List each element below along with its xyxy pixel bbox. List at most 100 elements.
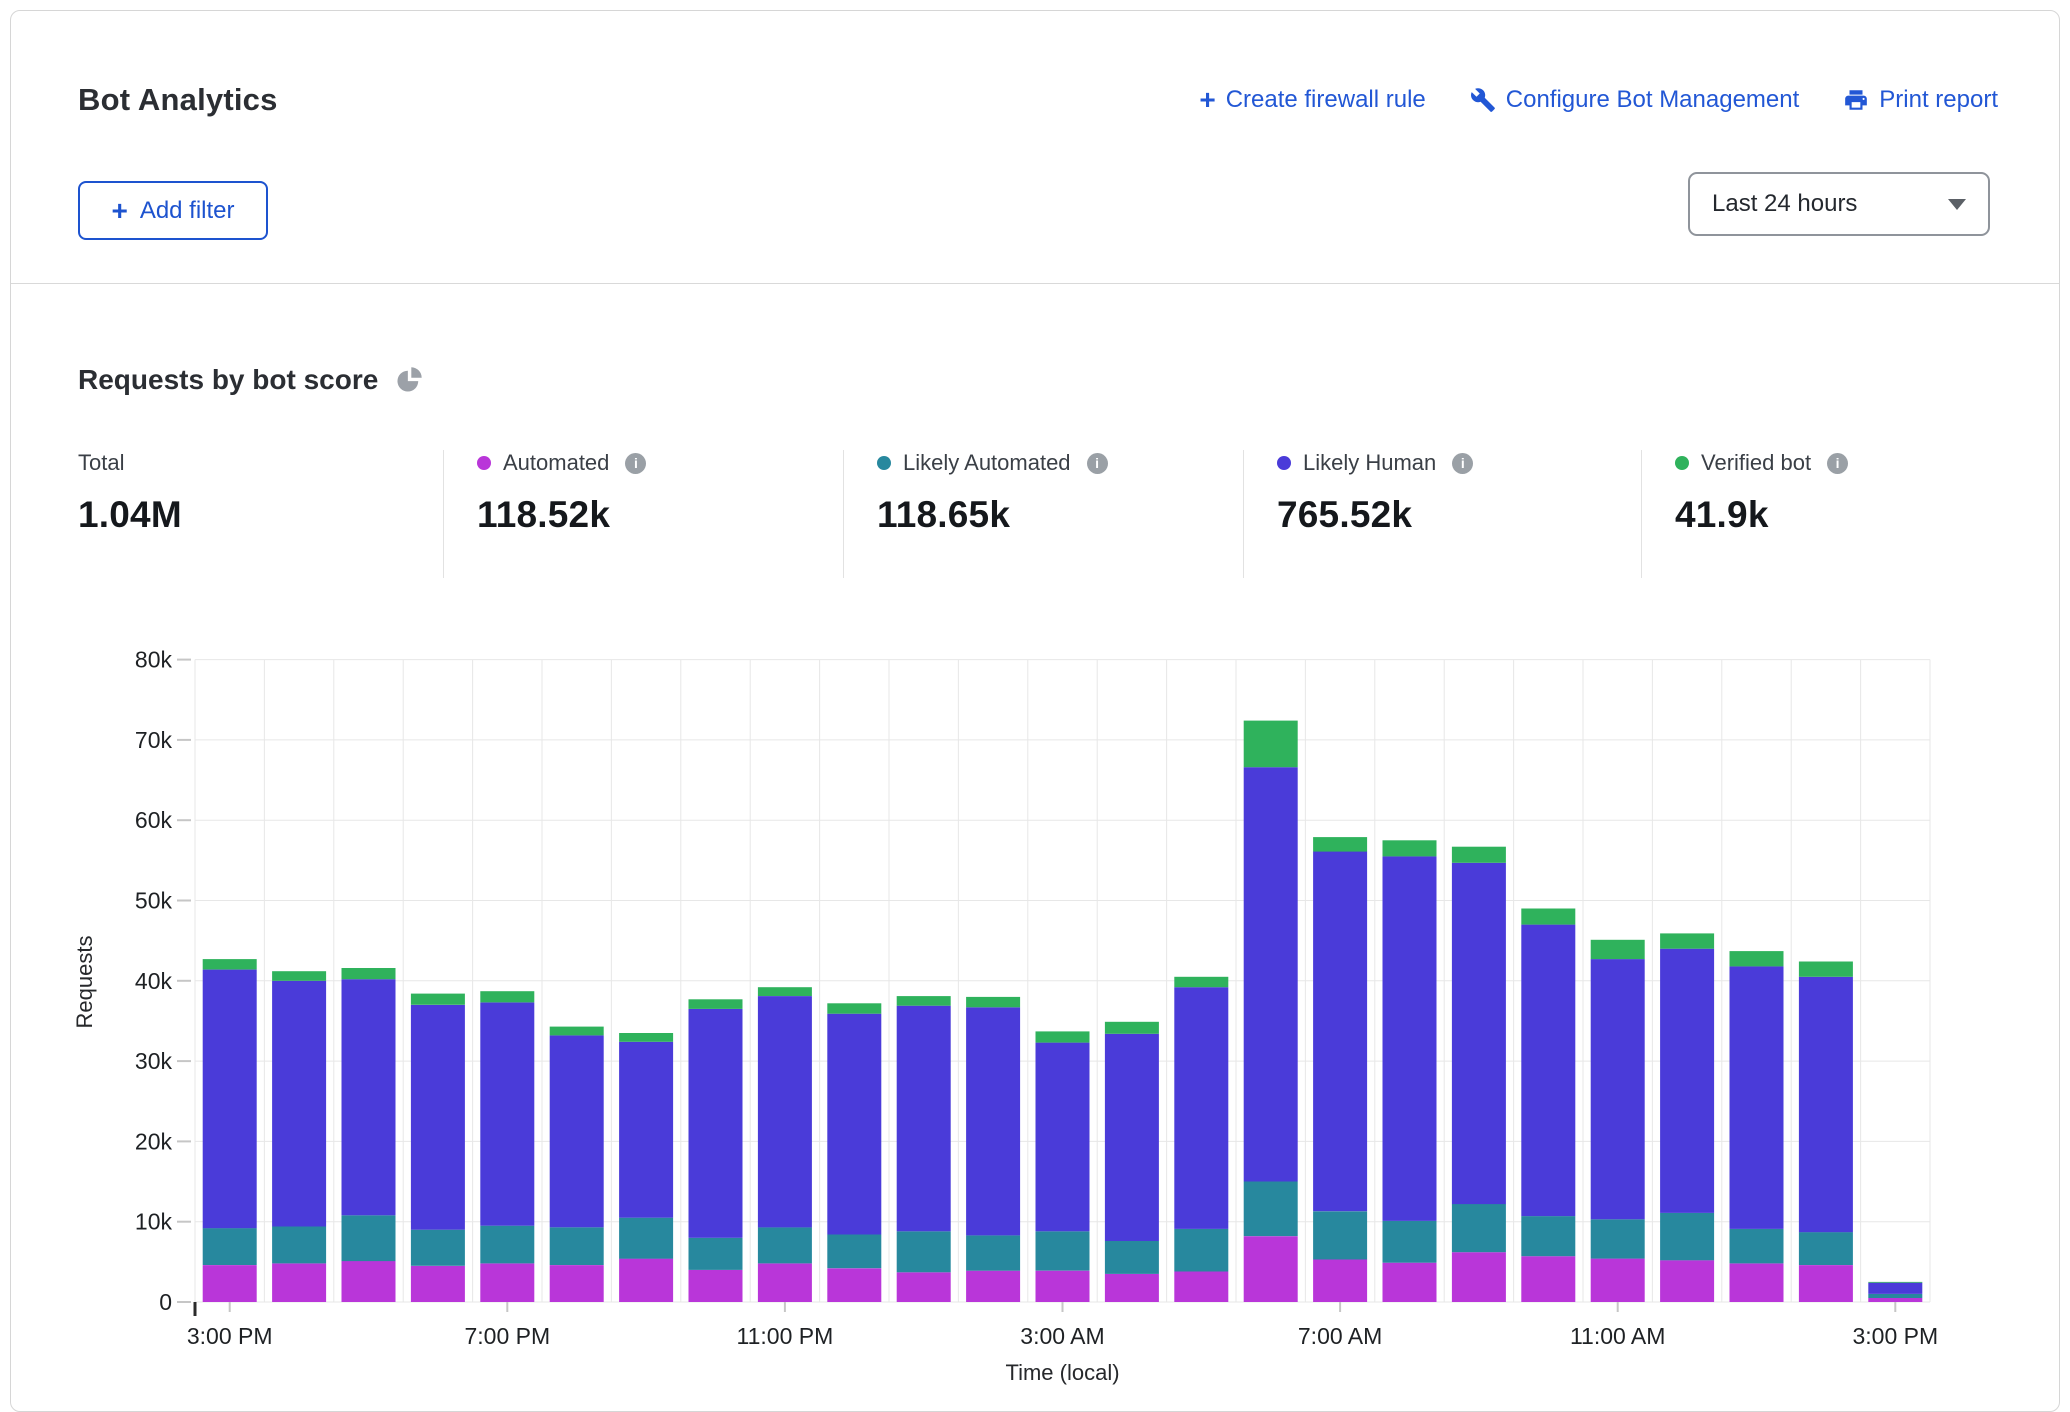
bar-8-likely-automated[interactable]	[758, 1227, 812, 1263]
bar-13-likely-automated[interactable]	[1105, 1241, 1159, 1274]
bar-19-likely-automated[interactable]	[1521, 1216, 1575, 1256]
bar-3-likely-automated[interactable]	[411, 1230, 465, 1266]
bar-19-likely-human[interactable]	[1521, 925, 1575, 1217]
bar-20-likely-automated[interactable]	[1591, 1219, 1645, 1258]
bar-24-automated[interactable]	[1868, 1298, 1922, 1302]
print-report-link[interactable]: Print report	[1843, 86, 1998, 114]
bar-15-verified-bot[interactable]	[1244, 721, 1298, 768]
bar-9-likely-human[interactable]	[827, 1014, 881, 1235]
bar-12-likely-human[interactable]	[1036, 1043, 1090, 1232]
bar-7-verified-bot[interactable]	[689, 999, 743, 1009]
bar-14-automated[interactable]	[1174, 1272, 1228, 1303]
bar-24-likely-human[interactable]	[1868, 1283, 1922, 1294]
time-range-select[interactable]: Last 24 hours	[1688, 172, 1990, 236]
bar-6-verified-bot[interactable]	[619, 1033, 673, 1042]
bar-4-automated[interactable]	[480, 1264, 534, 1303]
bar-13-automated[interactable]	[1105, 1274, 1159, 1302]
bar-5-likely-human[interactable]	[550, 1035, 604, 1227]
bar-4-verified-bot[interactable]	[480, 991, 534, 1002]
bar-13-likely-human[interactable]	[1105, 1034, 1159, 1241]
bar-4-likely-automated[interactable]	[480, 1226, 534, 1264]
bar-10-automated[interactable]	[897, 1272, 951, 1302]
bar-0-likely-human[interactable]	[203, 970, 257, 1229]
bar-1-likely-human[interactable]	[272, 981, 326, 1227]
bar-18-likely-human[interactable]	[1452, 863, 1506, 1204]
bar-24-verified-bot[interactable]	[1868, 1282, 1922, 1283]
bar-8-automated[interactable]	[758, 1264, 812, 1303]
bar-23-verified-bot[interactable]	[1799, 962, 1853, 977]
bar-22-likely-automated[interactable]	[1730, 1229, 1784, 1264]
bar-0-verified-bot[interactable]	[203, 959, 257, 969]
bar-14-likely-automated[interactable]	[1174, 1229, 1228, 1272]
bar-19-automated[interactable]	[1521, 1256, 1575, 1302]
bar-16-likely-human[interactable]	[1313, 852, 1367, 1212]
bar-16-verified-bot[interactable]	[1313, 837, 1367, 852]
bar-1-automated[interactable]	[272, 1264, 326, 1303]
info-icon[interactable]: i	[1087, 453, 1108, 474]
bar-17-likely-automated[interactable]	[1383, 1221, 1437, 1263]
bar-13-verified-bot[interactable]	[1105, 1022, 1159, 1034]
bar-11-likely-human[interactable]	[966, 1007, 1020, 1235]
bar-23-likely-automated[interactable]	[1799, 1232, 1853, 1265]
bar-2-likely-human[interactable]	[342, 979, 396, 1215]
bar-7-likely-human[interactable]	[689, 1009, 743, 1238]
bar-1-verified-bot[interactable]	[272, 971, 326, 981]
bar-3-automated[interactable]	[411, 1266, 465, 1302]
bar-12-automated[interactable]	[1036, 1271, 1090, 1302]
bar-22-automated[interactable]	[1730, 1264, 1784, 1303]
bar-5-automated[interactable]	[550, 1265, 604, 1302]
bar-2-automated[interactable]	[342, 1261, 396, 1302]
info-icon[interactable]: i	[625, 453, 646, 474]
bar-20-verified-bot[interactable]	[1591, 940, 1645, 959]
bar-14-verified-bot[interactable]	[1174, 977, 1228, 987]
bar-22-verified-bot[interactable]	[1730, 951, 1784, 966]
bar-20-automated[interactable]	[1591, 1259, 1645, 1302]
add-filter-button[interactable]: + Add filter	[78, 181, 268, 240]
bar-8-verified-bot[interactable]	[758, 987, 812, 996]
bar-9-likely-automated[interactable]	[827, 1235, 881, 1269]
bar-21-automated[interactable]	[1660, 1260, 1714, 1302]
bar-11-automated[interactable]	[966, 1271, 1020, 1302]
bar-5-likely-automated[interactable]	[550, 1227, 604, 1265]
bar-3-verified-bot[interactable]	[411, 994, 465, 1005]
bar-3-likely-human[interactable]	[411, 1005, 465, 1230]
bar-17-automated[interactable]	[1383, 1263, 1437, 1302]
bar-18-verified-bot[interactable]	[1452, 847, 1506, 863]
bar-15-likely-automated[interactable]	[1244, 1182, 1298, 1237]
bar-12-verified-bot[interactable]	[1036, 1031, 1090, 1042]
bar-22-likely-human[interactable]	[1730, 966, 1784, 1229]
bar-17-likely-human[interactable]	[1383, 856, 1437, 1221]
bar-6-likely-human[interactable]	[619, 1042, 673, 1218]
bar-8-likely-human[interactable]	[758, 996, 812, 1227]
bar-10-verified-bot[interactable]	[897, 996, 951, 1006]
bar-24-likely-automated[interactable]	[1868, 1294, 1922, 1298]
bar-7-automated[interactable]	[689, 1270, 743, 1302]
bar-6-likely-automated[interactable]	[619, 1218, 673, 1259]
info-icon[interactable]: i	[1452, 453, 1473, 474]
bar-19-verified-bot[interactable]	[1521, 909, 1575, 925]
bar-15-likely-human[interactable]	[1244, 767, 1298, 1181]
bar-21-likely-human[interactable]	[1660, 949, 1714, 1213]
bar-1-likely-automated[interactable]	[272, 1227, 326, 1264]
bar-23-likely-human[interactable]	[1799, 977, 1853, 1232]
create-firewall-rule-link[interactable]: + Create firewall rule	[1199, 86, 1425, 114]
bar-23-automated[interactable]	[1799, 1265, 1853, 1302]
bar-10-likely-automated[interactable]	[897, 1231, 951, 1272]
bar-6-automated[interactable]	[619, 1259, 673, 1302]
bar-14-likely-human[interactable]	[1174, 987, 1228, 1229]
info-icon[interactable]: i	[1827, 453, 1848, 474]
bar-0-likely-automated[interactable]	[203, 1228, 257, 1265]
bar-2-likely-automated[interactable]	[342, 1215, 396, 1261]
bar-17-verified-bot[interactable]	[1383, 840, 1437, 856]
configure-bot-management-link[interactable]: Configure Bot Management	[1470, 86, 1800, 114]
bar-11-likely-automated[interactable]	[966, 1235, 1020, 1270]
bar-16-likely-automated[interactable]	[1313, 1211, 1367, 1259]
bar-16-automated[interactable]	[1313, 1259, 1367, 1302]
bar-20-likely-human[interactable]	[1591, 959, 1645, 1219]
bar-11-verified-bot[interactable]	[966, 997, 1020, 1007]
bar-9-verified-bot[interactable]	[827, 1003, 881, 1013]
bar-10-likely-human[interactable]	[897, 1006, 951, 1232]
bar-21-likely-automated[interactable]	[1660, 1213, 1714, 1260]
bar-5-verified-bot[interactable]	[550, 1027, 604, 1036]
bar-2-verified-bot[interactable]	[342, 968, 396, 979]
